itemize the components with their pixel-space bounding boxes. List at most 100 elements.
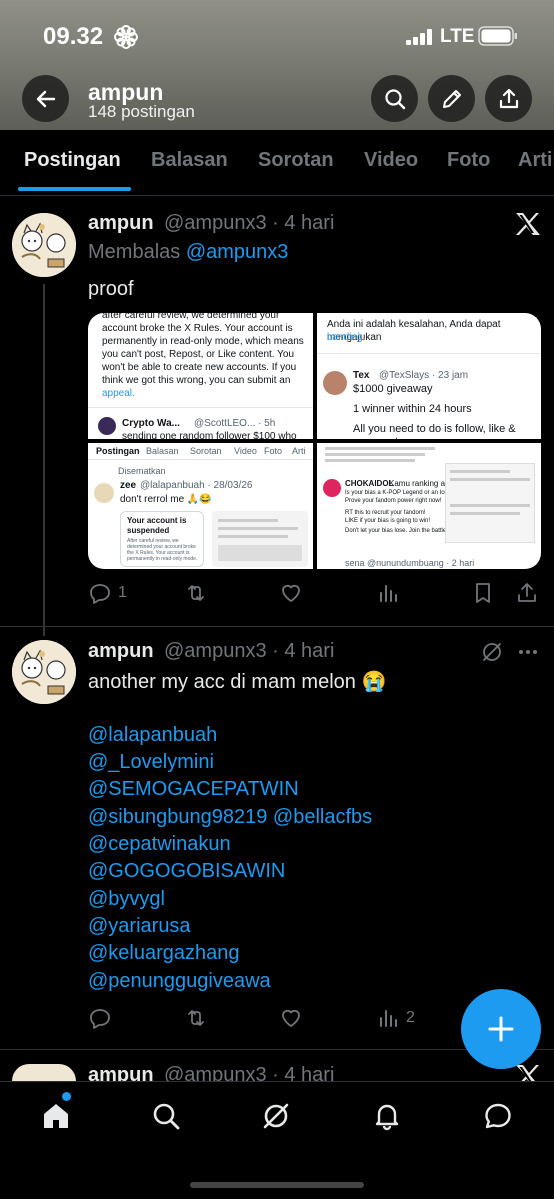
like-button[interactable] [279, 1005, 303, 1031]
mention[interactable]: @byvygl [88, 888, 165, 911]
post-author-name[interactable]: ampun [88, 1064, 154, 1081]
tab-video[interactable]: Video [364, 149, 418, 172]
image3-screenshot [212, 511, 308, 567]
repost-button[interactable] [184, 580, 208, 606]
network-label: LTE [440, 26, 475, 47]
thread-line [43, 284, 45, 636]
image3-divider [88, 459, 313, 460]
reply-count: 1 [118, 584, 127, 601]
views-button[interactable] [376, 580, 400, 606]
post-author-handle[interactable]: @ampunx3 · 4 hari [164, 640, 334, 663]
reply-to-mention[interactable]: @ampunx3 [186, 241, 289, 263]
image1-footer-handle: @ScottLEO... · 5h [194, 418, 276, 429]
status-bar: 09.32 LTE [0, 18, 554, 58]
mention[interactable]: @cepatwinakun [88, 833, 231, 856]
image2-text2: 1 winner within 24 hours [353, 403, 472, 415]
image2-name: Tex [353, 370, 370, 381]
pencil-icon [442, 89, 461, 108]
avatar-illustration [12, 640, 76, 704]
share-button[interactable] [485, 75, 532, 122]
post-divider [0, 626, 554, 627]
mention[interactable]: @keluargazhang [88, 942, 240, 965]
image2-line: banding. [327, 332, 366, 343]
like-icon [282, 1009, 300, 1027]
mention[interactable]: @GOGOGOBISAWIN [88, 860, 285, 883]
image3-suspended-card: Your account is suspended After careful … [120, 511, 204, 567]
image4-screenshot [445, 463, 535, 543]
profile-header: 09.32 LTE ampun 148 postingan [0, 0, 554, 130]
avatar-illustration [12, 213, 76, 277]
image3-tab: Video [234, 446, 257, 456]
active-tab-indicator [18, 187, 131, 191]
share-icon [518, 583, 536, 602]
grok-icon[interactable] [480, 640, 504, 664]
tab-postingan[interactable]: Postingan [24, 149, 121, 172]
battery-icon [478, 26, 517, 46]
edit-button[interactable] [428, 75, 475, 122]
bottom-navigation [0, 1081, 554, 1199]
nav-grok[interactable] [258, 1098, 294, 1134]
reply-icon [90, 584, 110, 604]
mention[interactable]: @_Lovelymini [88, 751, 214, 774]
mention[interactable]: @yariarusa [88, 915, 191, 938]
mention[interactable]: @penunggugiveawa [88, 970, 271, 993]
image3-text: don't rerrol me 🙏😂 [120, 494, 212, 505]
image3-box-title: Your account is suspended [127, 516, 187, 535]
reply-button[interactable] [88, 1005, 112, 1031]
search-icon [153, 1103, 180, 1130]
compose-button[interactable] [461, 989, 541, 1069]
clock: 09.32 [43, 23, 104, 50]
back-button[interactable] [22, 75, 69, 122]
image1-line: you can't post, Repost, or Like content.… [102, 349, 295, 360]
nav-search[interactable] [148, 1098, 184, 1134]
nav-home[interactable] [38, 1098, 74, 1134]
avatar[interactable] [12, 640, 76, 704]
image3-tab: Sorotan [190, 446, 222, 456]
media-image-1[interactable]: after careful review, we determined your… [88, 313, 313, 439]
views-icon [380, 1010, 397, 1027]
avatar[interactable] [12, 213, 76, 277]
views-button[interactable]: 2 [376, 1005, 415, 1031]
bookmark-icon [476, 583, 490, 603]
image1-line: won't be able to create new accounts. If… [102, 362, 297, 373]
repost-icon [188, 1010, 204, 1026]
image4-avatar [323, 479, 341, 497]
post-text: another my acc di mam melon 😭 [88, 671, 387, 693]
tab-artikel[interactable]: Artikel [518, 149, 554, 172]
repost-button[interactable] [184, 1005, 208, 1031]
tab-foto[interactable]: Foto [447, 149, 490, 172]
tab-balasan[interactable]: Balasan [151, 149, 228, 172]
media-image-4[interactable]: CHOKAIDOL Kamu ranking aml... Is your bi… [317, 443, 541, 569]
reply-button[interactable]: 1 [88, 580, 127, 606]
nav-notifications[interactable] [369, 1098, 405, 1134]
image2-divider [317, 353, 541, 354]
tab-sorotan[interactable]: Sorotan [258, 149, 334, 172]
post-author-name[interactable]: ampun [88, 640, 154, 663]
repost-icon [188, 585, 204, 601]
post-media-grid[interactable]: after careful review, we determined your… [88, 313, 541, 569]
signal-icon [406, 29, 432, 45]
image1-footer-text: sending one random follower $100 who [122, 431, 297, 439]
post-author-handle[interactable]: @ampunx3 · 4 hari [164, 212, 334, 235]
post3-clip: ampun @ampunx3 · 4 hari [0, 1060, 554, 1081]
image2-avatar [323, 371, 347, 395]
share-post-button[interactable] [515, 580, 539, 606]
mention[interactable]: @sibungbung98219 @bellacfbs [88, 806, 372, 829]
mention[interactable]: @lalapanbuah [88, 724, 217, 747]
back-arrow-icon [36, 90, 55, 107]
like-icon [282, 584, 300, 602]
search-button[interactable] [371, 75, 418, 122]
image3-tab: Foto [264, 446, 283, 456]
like-button[interactable] [279, 580, 303, 606]
chat-icon [485, 1103, 511, 1129]
media-image-3[interactable]: Postingan Balasan Sorotan Video Foto Art… [88, 443, 313, 569]
profile-tabs: Postingan Balasan Sorotan Video Foto Art… [0, 130, 554, 196]
more-icon[interactable] [516, 640, 540, 664]
post-author-handle[interactable]: @ampunx3 · 4 hari [164, 1064, 334, 1081]
mention[interactable]: @SEMOGACEPATWIN [88, 778, 299, 801]
bookmark-button[interactable] [471, 580, 495, 606]
post-author-name[interactable]: ampun [88, 212, 154, 235]
media-image-2[interactable]: Anda ini adalah kesalahan, Anda dapat me… [317, 313, 541, 439]
nav-messages[interactable] [480, 1098, 516, 1134]
reply-prefix: Membalas [88, 241, 181, 263]
